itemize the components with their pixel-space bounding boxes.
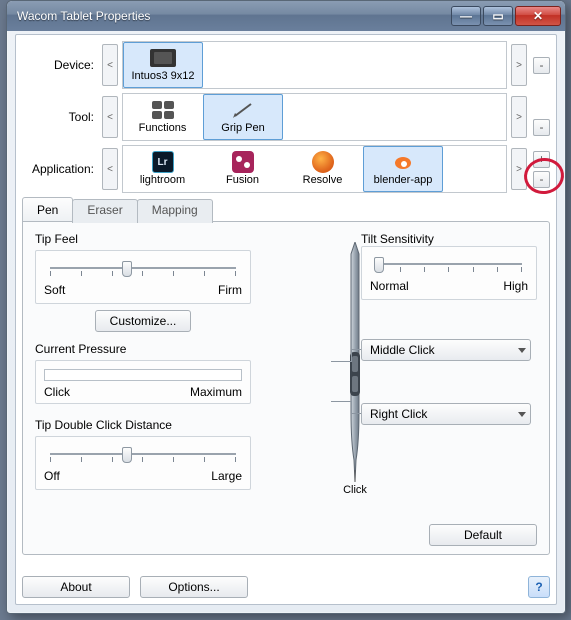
tab-strip: Pen Eraser Mapping — [22, 197, 550, 221]
tool-prev-button[interactable]: < — [102, 96, 118, 138]
tool-item-functions[interactable]: Functions — [123, 94, 203, 140]
tool-row: Tool: < Functions Grip Pen > + - — [22, 93, 550, 141]
current-pressure-group: Current Pressure Click Maximum — [35, 342, 251, 404]
tool-item-label: Grip Pen — [221, 122, 264, 134]
pressure-left: Click — [44, 385, 70, 399]
pen-diagram: Click — [295, 242, 415, 496]
device-strip: Intuos3 9x12 — [122, 41, 507, 89]
app-remove-button[interactable]: - — [533, 171, 550, 188]
pen-tip-label: Click — [295, 484, 415, 496]
lower-button-value: Right Click — [370, 407, 427, 421]
lower-button-dropdown[interactable]: Right Click — [361, 403, 531, 425]
device-item-label: Intuos3 9x12 — [132, 70, 195, 82]
upper-button-value: Middle Click — [370, 343, 435, 357]
tip-feel-group: Tip Feel Soft Firm — [35, 232, 251, 332]
resolve-icon — [310, 152, 336, 172]
tip-double-left: Off — [44, 469, 60, 483]
about-button[interactable]: About — [22, 576, 130, 598]
fusion-icon — [230, 152, 256, 172]
titlebar: Wacom Tablet Properties — ▭ ✕ — [7, 1, 565, 31]
tip-double-click-group: Tip Double Click Distance Off Large — [35, 418, 251, 490]
device-item-intuos[interactable]: Intuos3 9x12 — [123, 42, 203, 88]
tab-panel-pen: Tip Feel Soft Firm — [22, 221, 550, 555]
functions-icon — [150, 100, 176, 120]
tool-remove-button[interactable]: - — [533, 119, 550, 136]
blender-icon — [390, 152, 416, 172]
pen-icon — [230, 100, 256, 120]
tip-feel-label: Tip Feel — [35, 232, 251, 246]
bottom-button-row: About Options... ? — [22, 576, 550, 598]
application-row: Application: < Lr lightroom Fusion Resol… — [22, 145, 550, 193]
connector-line — [351, 413, 361, 414]
tab-eraser[interactable]: Eraser — [72, 199, 137, 223]
tip-feel-left: Soft — [44, 283, 65, 297]
app-item-label: Fusion — [226, 174, 259, 186]
tab-mapping[interactable]: Mapping — [137, 199, 213, 223]
tool-strip: Functions Grip Pen — [122, 93, 507, 141]
device-prev-button[interactable]: < — [102, 44, 118, 86]
connector-line — [331, 361, 351, 362]
device-label: Device: — [22, 58, 98, 72]
customize-button[interactable]: Customize... — [95, 310, 192, 332]
minimize-button[interactable]: — — [451, 6, 481, 26]
chevron-down-icon — [518, 348, 526, 353]
window: Wacom Tablet Properties — ▭ ✕ Device: < … — [6, 0, 566, 614]
tool-item-grip-pen[interactable]: Grip Pen — [203, 94, 283, 140]
default-button[interactable]: Default — [429, 524, 537, 546]
app-prev-button[interactable]: < — [102, 148, 118, 190]
options-button[interactable]: Options... — [140, 576, 248, 598]
lightroom-icon: Lr — [150, 152, 176, 172]
device-row: Device: < Intuos3 9x12 > - — [22, 41, 550, 89]
pressure-bar — [44, 369, 242, 381]
tool-next-button[interactable]: > — [511, 96, 527, 138]
window-title: Wacom Tablet Properties — [17, 9, 449, 23]
connector-line — [351, 349, 352, 362]
tool-label: Tool: — [22, 110, 98, 124]
current-pressure-label: Current Pressure — [35, 342, 251, 356]
app-add-button[interactable]: + — [533, 151, 550, 168]
app-item-fusion[interactable]: Fusion — [203, 146, 283, 192]
chevron-down-icon — [518, 412, 526, 417]
upper-button-dropdown[interactable]: Middle Click — [361, 339, 531, 361]
app-item-resolve[interactable]: Resolve — [283, 146, 363, 192]
connector-line — [331, 401, 351, 402]
device-remove-button[interactable]: - — [533, 57, 550, 74]
app-item-blender[interactable]: blender-app — [363, 146, 443, 192]
tab-container: Pen Eraser Mapping Tip Feel — [22, 197, 550, 555]
tip-double-slider[interactable] — [44, 443, 242, 469]
tilt-right: High — [503, 279, 528, 293]
app-next-button[interactable]: > — [511, 148, 527, 190]
tip-double-right: Large — [211, 469, 242, 483]
tip-feel-slider[interactable] — [44, 257, 242, 283]
device-next-button[interactable]: > — [511, 44, 527, 86]
tool-item-label: Functions — [139, 122, 187, 134]
application-strip: Lr lightroom Fusion Resolve blender-app — [122, 145, 507, 193]
close-button[interactable]: ✕ — [515, 6, 561, 26]
app-item-label: lightroom — [140, 174, 185, 186]
app-item-label: blender-app — [374, 174, 433, 186]
application-label: Application: — [22, 162, 98, 176]
app-item-lightroom[interactable]: Lr lightroom — [123, 146, 203, 192]
pressure-right: Maximum — [190, 385, 242, 399]
connector-line — [351, 349, 361, 350]
client-area: Device: < Intuos3 9x12 > - Tool: < Funct… — [15, 34, 557, 605]
tab-pen[interactable]: Pen — [22, 197, 73, 221]
tip-feel-right: Firm — [218, 283, 242, 297]
tip-double-label: Tip Double Click Distance — [35, 418, 251, 432]
app-item-label: Resolve — [303, 174, 343, 186]
tablet-icon — [150, 48, 176, 68]
help-button[interactable]: ? — [528, 576, 550, 598]
maximize-button[interactable]: ▭ — [483, 6, 513, 26]
pen-icon-large — [335, 242, 375, 482]
